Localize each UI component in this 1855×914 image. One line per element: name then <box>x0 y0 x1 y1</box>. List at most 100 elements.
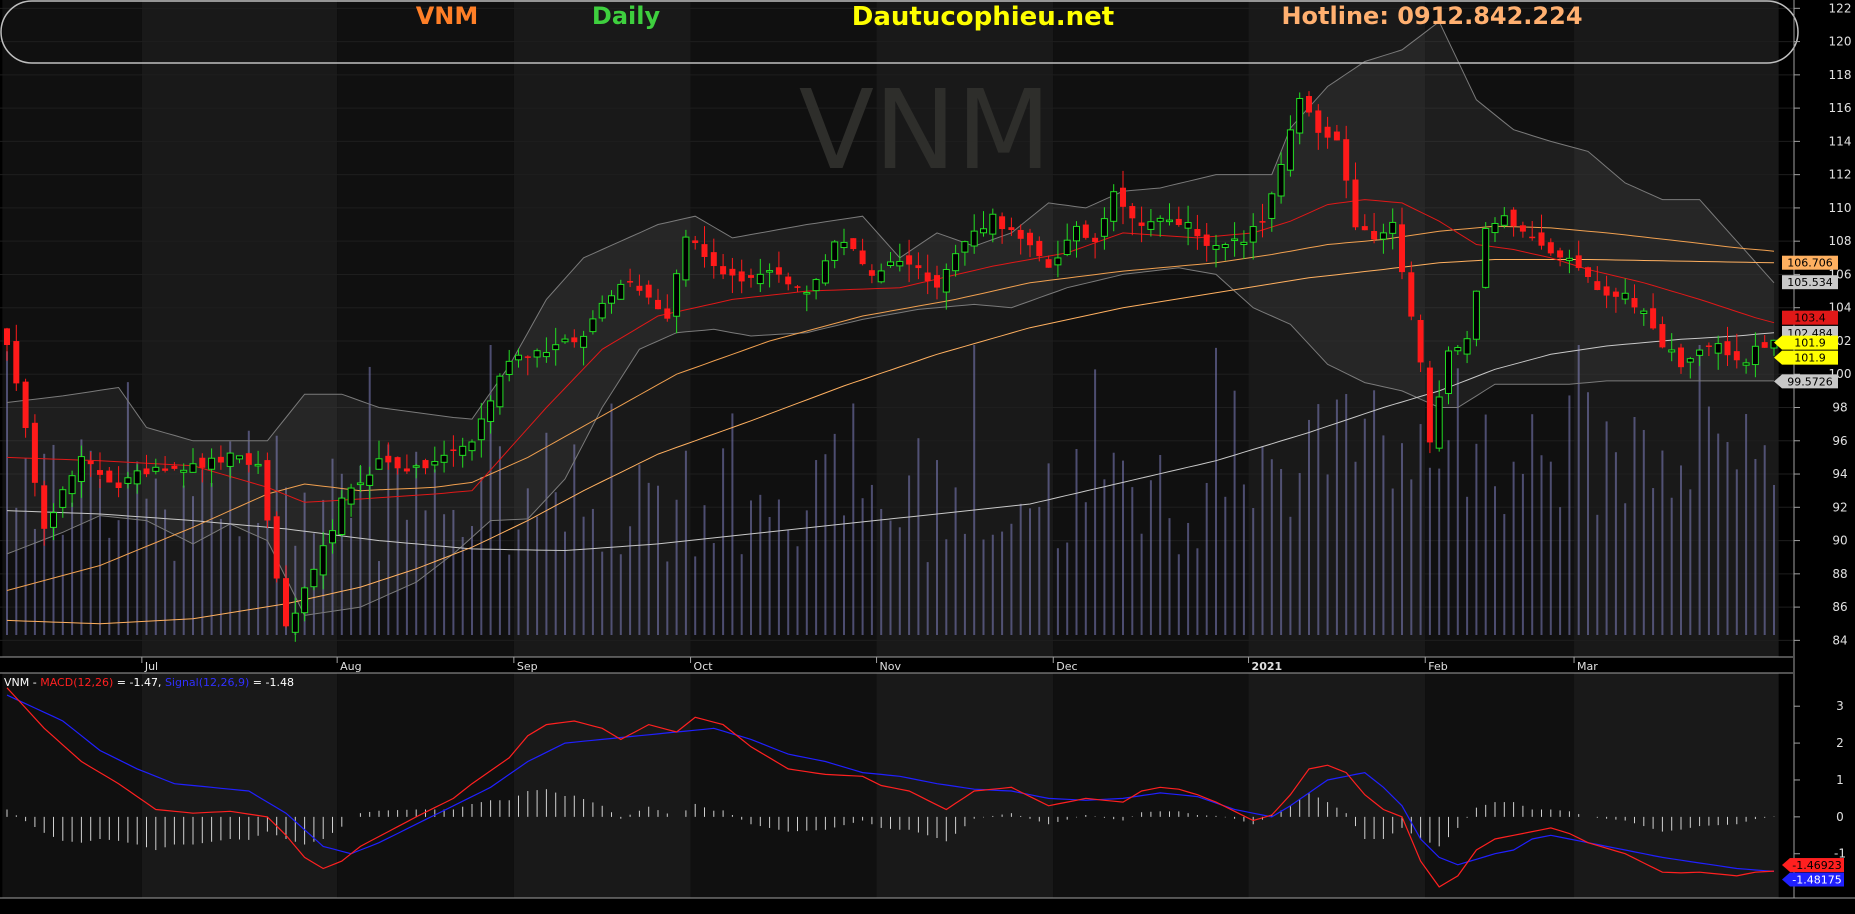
candle-body <box>952 253 960 272</box>
x-tick-label: Oct <box>694 660 714 673</box>
volume-bar <box>1419 424 1422 635</box>
volume-bar <box>1503 514 1506 635</box>
month-band <box>690 673 877 898</box>
volume-bar <box>1438 468 1441 635</box>
candle-body <box>664 308 671 319</box>
candle-body <box>1389 221 1397 234</box>
volume-bar <box>1010 523 1013 635</box>
candle-body <box>450 449 457 451</box>
candle-body <box>812 279 820 292</box>
candle-body <box>1073 225 1080 242</box>
candle-body <box>1510 209 1517 227</box>
candle-body <box>1045 259 1052 268</box>
chart-canvas[interactable]: VNM VNM Daily Dautucophieu.net Hotline: … <box>0 0 1855 910</box>
candle-body <box>515 354 522 361</box>
volume-bar <box>461 536 464 635</box>
candle-body <box>701 244 708 257</box>
candle-body <box>310 568 318 588</box>
candle-body <box>1491 222 1499 234</box>
watermark-symbol: VNM <box>799 66 1051 194</box>
volume-bar <box>647 482 650 635</box>
month-band <box>513 673 691 898</box>
volume-bar <box>1019 503 1022 635</box>
candle-body <box>1120 187 1126 207</box>
price-tick-label: 98 <box>1832 401 1847 415</box>
volume-bar <box>694 556 697 635</box>
candle-body <box>821 260 829 284</box>
volume-bar <box>619 554 622 635</box>
macd-legend-macd-label: MACD(12,26) <box>40 676 113 689</box>
volume-bar <box>471 526 473 635</box>
price-tag-label: 103.4 <box>1794 312 1826 325</box>
volume-bar <box>1224 496 1227 635</box>
price-tick-label: 112 <box>1829 168 1852 182</box>
macd-value-tag: -1.48175 <box>1782 872 1844 887</box>
candle-body <box>1463 338 1471 355</box>
volume-bar <box>1205 482 1208 635</box>
candle-body <box>1547 242 1554 254</box>
header-interval: Daily <box>592 2 661 30</box>
candle-body <box>236 455 243 460</box>
candle-body <box>831 241 839 261</box>
candle-body <box>41 485 48 529</box>
price-tag-label: 106.706 <box>1787 257 1833 270</box>
candle-body <box>347 487 355 505</box>
candle-body <box>422 460 429 469</box>
candle-body <box>1761 342 1768 348</box>
candle-body <box>580 335 588 348</box>
candle-body <box>738 271 745 282</box>
volume-bar <box>843 515 845 635</box>
header-site: Dautucophieu.net <box>852 2 1114 32</box>
volume-bar <box>1614 452 1617 635</box>
candle-body <box>934 275 940 288</box>
volume-bar <box>1289 516 1292 635</box>
volume-bar <box>1066 542 1069 635</box>
macd-tag-label: -1.48175 <box>1792 874 1841 887</box>
volume-bar <box>1531 414 1534 635</box>
volume-bar <box>1717 433 1720 635</box>
volume-bar <box>1521 473 1524 635</box>
x-tick-label: Feb <box>1428 660 1447 673</box>
volume-bar <box>1215 347 1217 635</box>
volume-bar <box>908 475 911 635</box>
candle-body <box>803 291 811 295</box>
candle-body <box>385 455 392 463</box>
candle-body <box>375 458 383 470</box>
volume-bar <box>1428 467 1431 635</box>
candle-body <box>1092 237 1099 243</box>
candle-body <box>942 268 950 293</box>
candle-body <box>868 270 875 276</box>
candle-body <box>273 516 280 579</box>
candle-body <box>1249 226 1257 243</box>
volume-bar <box>870 484 873 635</box>
volume-bar <box>108 537 111 635</box>
price-tick-label: 90 <box>1832 534 1847 548</box>
candle-body <box>1184 222 1192 229</box>
volume-bar <box>1549 461 1552 635</box>
volume-bar <box>564 531 566 635</box>
volume-bar <box>1466 496 1469 635</box>
candle-body <box>171 465 178 469</box>
candle-body <box>617 283 625 300</box>
volume-bar <box>33 528 36 635</box>
candle-body <box>106 470 113 483</box>
candle-body <box>1156 217 1164 222</box>
candle-body <box>1082 224 1089 238</box>
candle-body <box>1621 292 1629 300</box>
candle-body <box>189 463 197 473</box>
x-tick-label: Aug <box>340 660 361 673</box>
price-tick-label: 94 <box>1832 467 1847 481</box>
volume-bar <box>1745 414 1748 635</box>
price-tick-label: 96 <box>1832 434 1847 448</box>
volume-bar <box>731 413 734 635</box>
volume-bar <box>973 345 976 635</box>
candle-body <box>524 356 531 358</box>
price-tag-label: 101.9 <box>1794 352 1826 365</box>
stock-chart-root: VNM VNM Daily Dautucophieu.net Hotline: … <box>0 0 1855 910</box>
candle-body <box>1212 245 1220 250</box>
volume-bar <box>852 403 855 635</box>
volume-bar <box>1726 442 1729 635</box>
candle-body <box>961 241 969 253</box>
candle-body <box>1138 222 1145 226</box>
candle-body <box>1110 191 1118 222</box>
